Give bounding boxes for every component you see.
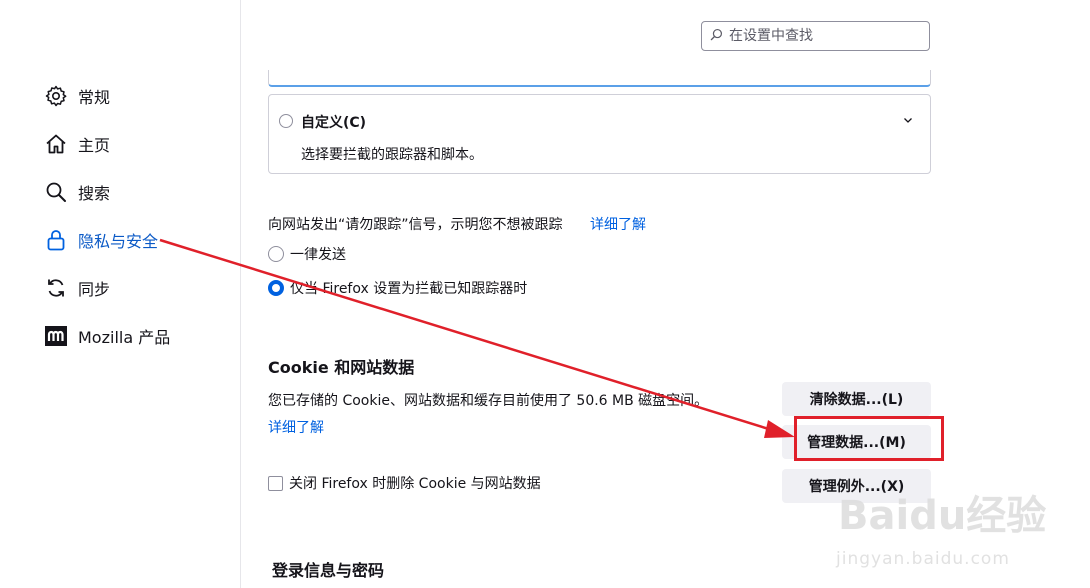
sidebar-item-general[interactable]: 常规 <box>44 81 110 111</box>
dnt-learn-more-link[interactable]: 详细了解 <box>590 214 646 234</box>
search-icon <box>44 180 68 204</box>
sidebar-item-mozilla[interactable]: Mozilla 产品 <box>44 321 170 351</box>
cookies-learn-more-link[interactable]: 详细了解 <box>268 417 324 437</box>
watermark-url: jingyan.baidu.com <box>836 549 1010 569</box>
logins-section-title: 登录信息与密码 <box>272 561 385 580</box>
sidebar-item-label: 常规 <box>78 88 111 107</box>
search-icon <box>710 28 723 45</box>
dnt-description: 向网站发出“请勿跟踪”信号，示明您不想被跟踪 <box>268 217 563 233</box>
always-label: 一律发送 <box>290 247 346 263</box>
sidebar-item-label: 同步 <box>78 280 111 299</box>
sidebar-item-label: 隐私与安全 <box>78 232 159 251</box>
sidebar-item-label: 搜索 <box>78 184 111 203</box>
sidebar-item-search[interactable]: 搜索 <box>44 177 110 207</box>
sidebar-item-privacy[interactable]: 隐私与安全 <box>44 225 158 255</box>
chevron-down-icon[interactable] <box>902 111 914 130</box>
gear-icon <box>44 84 68 108</box>
delete-on-close-option[interactable]: 关闭 Firefox 时删除 Cookie 与网站数据 <box>268 473 541 493</box>
settings-search[interactable] <box>701 21 930 51</box>
only-label: 仅当 Firefox 设置为拦截已知跟踪器时 <box>290 281 528 297</box>
dnt-option-only[interactable]: 仅当 Firefox 设置为拦截已知跟踪器时 <box>268 278 527 298</box>
sidebar-item-label: Mozilla 产品 <box>78 328 171 347</box>
clear-data-button[interactable]: 清除数据...(L) <box>782 382 931 416</box>
only-radio[interactable] <box>268 280 284 296</box>
sidebar-item-home[interactable]: 主页 <box>44 129 110 159</box>
annotation-highlight-box <box>794 416 944 461</box>
home-icon <box>44 132 68 156</box>
custom-description: 选择要拦截的跟踪器和脚本。 <box>301 147 483 163</box>
tracking-option-card-custom[interactable]: 自定义(C) 选择要拦截的跟踪器和脚本。 <box>268 94 931 174</box>
watermark-logo: Baidu经验 <box>838 494 1046 538</box>
tracking-option-card-selected[interactable] <box>268 70 931 87</box>
sync-icon <box>44 276 68 300</box>
watermark-brand: Baidu经验 <box>838 493 1047 539</box>
lock-icon <box>44 228 68 252</box>
cookies-usage-text: 您已存储的 Cookie、网站数据和缓存目前使用了 50.6 MB 磁盘空间。 <box>268 393 709 409</box>
mozilla-icon <box>44 324 68 348</box>
sidebar: 常规 主页 搜索 隐私与安全 同步 Mozilla 产品 <box>0 0 241 588</box>
delete-on-close-checkbox[interactable] <box>268 475 283 491</box>
delete-on-close-label: 关闭 Firefox 时删除 Cookie 与网站数据 <box>289 476 541 492</box>
dnt-option-always[interactable]: 一律发送 <box>268 244 346 264</box>
search-input[interactable] <box>727 27 921 45</box>
sidebar-item-label: 主页 <box>78 136 111 155</box>
custom-radio[interactable] <box>279 114 293 128</box>
sidebar-item-sync[interactable]: 同步 <box>44 273 110 303</box>
cookies-section-title: Cookie 和网站数据 <box>268 358 415 377</box>
always-radio[interactable] <box>268 246 284 262</box>
custom-title: 自定义(C) <box>301 115 367 131</box>
